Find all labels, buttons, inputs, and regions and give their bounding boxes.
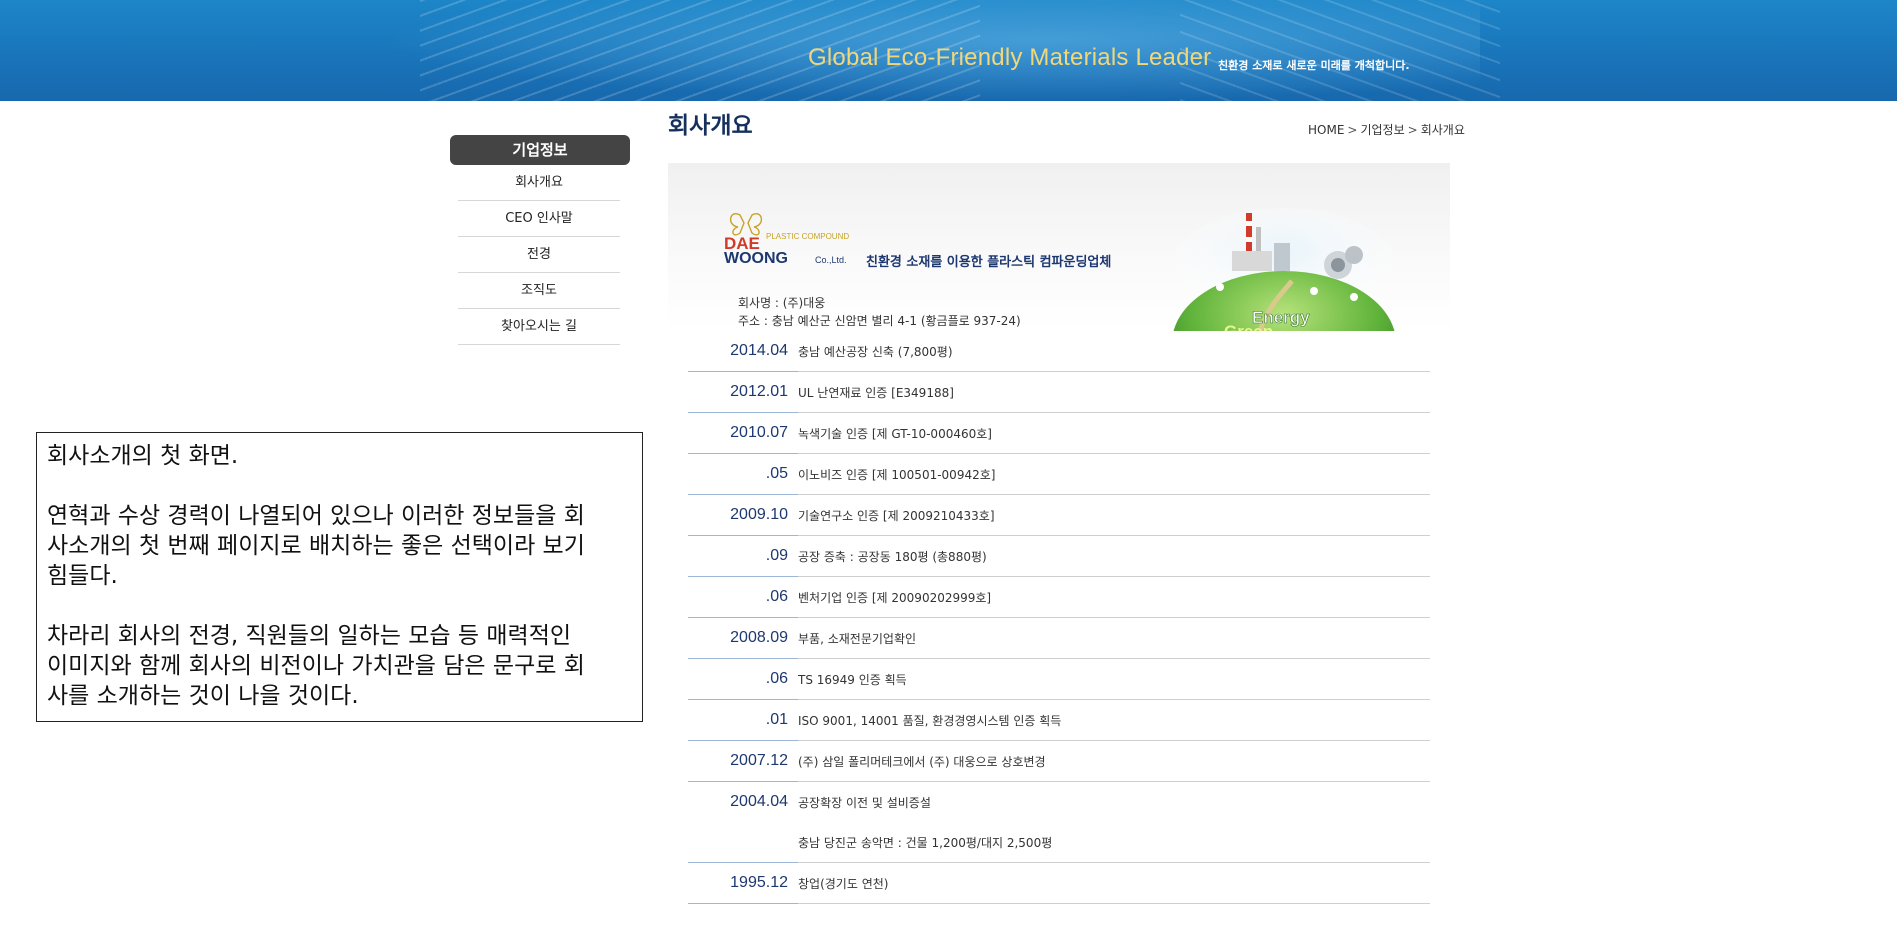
history-line: 2008.09 부품, 소재전문기업확인 bbox=[688, 618, 1430, 658]
history-description: 이노비즈 인증 [제 100501-00942호] bbox=[798, 467, 996, 482]
history-line: .09 공장 증축 : 공장동 180평 (총880평) bbox=[688, 536, 1430, 576]
breadcrumb-separator: > bbox=[1407, 123, 1418, 137]
history-date: .06 bbox=[765, 588, 788, 605]
company-info: 회사명 : (주)대웅 주소 : 충남 예산군 신암면 별리 4-1 (황금플로… bbox=[738, 294, 1021, 330]
history-description: UL 난연재료 인증 [E349188] bbox=[798, 385, 954, 400]
history-date: .01 bbox=[765, 711, 788, 728]
history-date: 2014.04 bbox=[730, 342, 788, 359]
breadcrumb-home[interactable]: HOME bbox=[1308, 123, 1344, 137]
company-history: 2014.04 충남 예산공장 신축 (7,800평) 2012.01 UL 난연재료… bbox=[688, 331, 1430, 904]
history-line: 1995.12 창업(경기도 연천) bbox=[688, 863, 1430, 903]
history-row: .09 공장 증축 : 공장동 180평 (총880평) bbox=[688, 536, 1430, 577]
history-row: 2004.04 공장확장 이전 및 설비증설충남 당진군 송악면 : 건물 1,2… bbox=[688, 782, 1430, 863]
logo-woong: WOONG bbox=[724, 250, 788, 265]
history-date: .09 bbox=[765, 547, 788, 564]
history-row: 1995.12 창업(경기도 연천) bbox=[688, 863, 1430, 904]
eco-globe-illustration: Energy Green bbox=[1173, 208, 1395, 331]
history-description: (주) 삼일 폴리머테크에서 (주) 대웅으로 상호변경 bbox=[798, 754, 1046, 769]
history-date: 2007.12 bbox=[730, 752, 788, 769]
company-tagline: 친환경 소재를 이용한 플라스틱 컴파운딩업체 bbox=[866, 255, 1112, 270]
history-row: 2008.09 부품, 소재전문기업확인 bbox=[688, 618, 1430, 659]
history-description: 부품, 소재전문기업확인 bbox=[798, 631, 917, 646]
annotation-paragraph: 연혁과 수상 경력이 나열되어 있으나 이러한 정보들을 회 사소개의 첫 번째… bbox=[47, 503, 585, 589]
banner-slogan: Global Eco-Friendly Materials Leader bbox=[808, 44, 1212, 71]
breadcrumb: HOME > 기업정보 > 회사개요 bbox=[1308, 121, 1465, 138]
history-description: TS 16949 인증 획득 bbox=[798, 672, 907, 687]
globe-text-green: Green bbox=[1224, 322, 1273, 331]
logo-co: Co.,Ltd. bbox=[815, 255, 847, 265]
history-date: 2012.01 bbox=[730, 383, 788, 400]
sidebar-item-panorama[interactable]: 전경 bbox=[458, 237, 620, 273]
banner-pattern-right bbox=[1180, 0, 1500, 101]
history-description: 녹색기술 인증 [제 GT-10-000460호] bbox=[798, 426, 992, 441]
annotation-paragraph: 차라리 회사의 전경, 직원들의 일하는 모습 등 매력적인 이미지와 함께 회… bbox=[47, 623, 585, 709]
history-row: 2009.10 기술연구소 인증 [제 2009210433호] bbox=[688, 495, 1430, 536]
history-date: .06 bbox=[765, 670, 788, 687]
company-address: 주소 : 충남 예산군 신암면 별리 4-1 (황금플로 937-24) bbox=[738, 314, 1021, 328]
history-line: 2012.01 UL 난연재료 인증 [E349188] bbox=[688, 372, 1430, 412]
company-hero: DAE PLASTIC COMPOUND WOONG Co.,Ltd. 친환경 … bbox=[668, 163, 1450, 331]
history-description: 창업(경기도 연천) bbox=[798, 876, 889, 891]
sidebar: 기업정보 회사개요 CEO 인사말 전경 조직도 찾아오시는 길 bbox=[450, 135, 630, 345]
history-date: 1995.12 bbox=[730, 874, 788, 891]
history-line: 충남 당진군 송악면 : 건물 1,200평/대지 2,500평 bbox=[688, 822, 1430, 862]
history-date: 2010.07 bbox=[730, 424, 788, 441]
history-line: .01 ISO 9001, 14001 품질, 환경경영시스템 인증 획득 bbox=[688, 700, 1430, 740]
history-line: 2004.04 공장확장 이전 및 설비증설 bbox=[688, 782, 1430, 822]
sidebar-item-overview[interactable]: 회사개요 bbox=[458, 165, 620, 201]
history-line: 2007.12 (주) 삼일 폴리머테크에서 (주) 대웅으로 상호변경 bbox=[688, 741, 1430, 781]
sidebar-menu: 회사개요 CEO 인사말 전경 조직도 찾아오시는 길 bbox=[458, 165, 620, 345]
history-date: 2008.09 bbox=[730, 629, 788, 646]
history-description: 충남 당진군 송악면 : 건물 1,200평/대지 2,500평 bbox=[798, 835, 1053, 850]
sidebar-item-directions[interactable]: 찾아오시는 길 bbox=[458, 309, 620, 345]
sidebar-item-ceo-greeting[interactable]: CEO 인사말 bbox=[458, 201, 620, 237]
annotation-paragraph: 회사소개의 첫 화면. bbox=[47, 443, 239, 469]
history-date: 2004.04 bbox=[730, 793, 788, 810]
history-row: 2014.04 충남 예산공장 신축 (7,800평) bbox=[688, 331, 1430, 372]
header-banner: Global Eco-Friendly Materials Leader 친환경… bbox=[0, 0, 1897, 101]
history-description: 기술연구소 인증 [제 2009210433호] bbox=[798, 508, 995, 523]
sidebar-item-org-chart[interactable]: 조직도 bbox=[458, 273, 620, 309]
history-line: 2014.04 충남 예산공장 신축 (7,800평) bbox=[688, 331, 1430, 371]
history-line: 2010.07 녹색기술 인증 [제 GT-10-000460호] bbox=[688, 413, 1430, 453]
history-row: .06 벤처기업 인증 [제 20090202999호] bbox=[688, 577, 1430, 618]
breadcrumb-current: 회사개요 bbox=[1420, 123, 1465, 137]
history-line: .05 이노비즈 인증 [제 100501-00942호] bbox=[688, 454, 1430, 494]
banner-slogan-sub: 친환경 소재로 새로운 미래를 개척합니다. bbox=[1218, 59, 1410, 72]
history-row: 2012.01 UL 난연재료 인증 [E349188] bbox=[688, 372, 1430, 413]
page-title: 회사개요 bbox=[668, 113, 753, 139]
history-row: .05 이노비즈 인증 [제 100501-00942호] bbox=[688, 454, 1430, 495]
history-row: .01 ISO 9001, 14001 품질, 환경경영시스템 인증 획득 bbox=[688, 700, 1430, 741]
company-logo: DAE PLASTIC COMPOUND WOONG Co.,Ltd. bbox=[724, 213, 849, 265]
breadcrumb-separator: > bbox=[1347, 123, 1358, 137]
history-line: 2009.10 기술연구소 인증 [제 2009210433호] bbox=[688, 495, 1430, 535]
history-date: .05 bbox=[765, 465, 788, 482]
annotation-box: 회사소개의 첫 화면. 연혁과 수상 경력이 나열되어 있으나 이러한 정보들을… bbox=[36, 432, 643, 722]
history-line: .06 TS 16949 인증 획득 bbox=[688, 659, 1430, 699]
breadcrumb-company-info[interactable]: 기업정보 bbox=[1360, 123, 1404, 137]
history-description: ISO 9001, 14001 품질, 환경경영시스템 인증 획득 bbox=[798, 713, 1062, 728]
history-line: .06 벤처기업 인증 [제 20090202999호] bbox=[688, 577, 1430, 617]
history-row: .06 TS 16949 인증 획득 bbox=[688, 659, 1430, 700]
history-description: 충남 예산공장 신축 (7,800평) bbox=[798, 344, 953, 359]
history-date: 2009.10 bbox=[730, 506, 788, 523]
company-name: 회사명 : (주)대웅 bbox=[738, 296, 826, 310]
history-row: 2010.07 녹색기술 인증 [제 GT-10-000460호] bbox=[688, 413, 1430, 454]
sidebar-heading: 기업정보 bbox=[450, 135, 630, 165]
history-description: 공장 증축 : 공장동 180평 (총880평) bbox=[798, 549, 987, 564]
logo-plastic: PLASTIC COMPOUND bbox=[766, 232, 849, 241]
history-description: 공장확장 이전 및 설비증설 bbox=[798, 795, 931, 810]
history-row: 2007.12 (주) 삼일 폴리머테크에서 (주) 대웅으로 상호변경 bbox=[688, 741, 1430, 782]
history-date-underline bbox=[688, 903, 798, 904]
history-description: 벤처기업 인증 [제 20090202999호] bbox=[798, 590, 992, 605]
